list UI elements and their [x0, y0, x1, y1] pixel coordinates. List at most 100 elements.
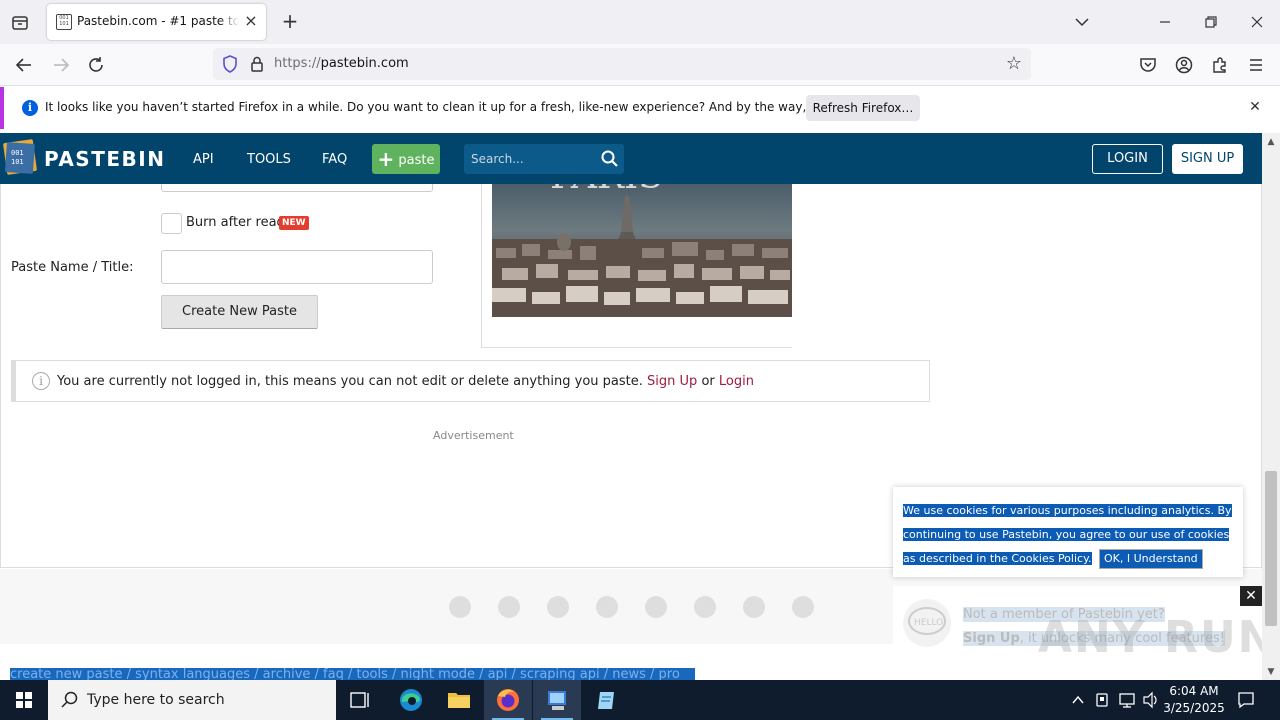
control-panel-icon[interactable]: [533, 680, 581, 720]
notice-text: You are currently not logged in, this me…: [57, 374, 754, 389]
window-close-icon[interactable]: [1245, 10, 1269, 34]
list-all-tabs-chevron-icon[interactable]: [1070, 10, 1094, 34]
nav-faq[interactable]: FAQ: [322, 152, 347, 167]
login-button[interactable]: LOGIN: [1092, 144, 1163, 174]
opera-icon: [743, 596, 765, 618]
nav-tools[interactable]: TOOLS: [247, 152, 291, 167]
member-signup-link[interactable]: Sign Up: [963, 631, 1020, 646]
reload-icon[interactable]: [84, 53, 108, 77]
menu-hamburger-icon[interactable]: [1244, 53, 1268, 77]
burn-after-read-label[interactable]: Burn after read: [186, 215, 285, 230]
android-icon: [645, 596, 667, 618]
scroll-up-icon[interactable]: ▲: [1265, 136, 1277, 148]
firefox-footer-icon: [498, 596, 520, 618]
paris-advertisement-image[interactable]: PARIS: [492, 184, 792, 317]
nav-api[interactable]: API: [193, 152, 214, 167]
taskbar-search-box[interactable]: Type here to search: [48, 680, 336, 720]
arc-icon: [792, 596, 814, 618]
extensions-icon[interactable]: [1208, 53, 1232, 77]
login-notice: i You are currently not logged in, this …: [11, 360, 930, 402]
pastebin-favicon-icon: 001 101: [56, 14, 72, 30]
scroll-thumb[interactable]: [1265, 471, 1277, 626]
member-popup-close-icon[interactable]: ✕: [1240, 586, 1262, 606]
previous-field[interactable]: [161, 184, 433, 192]
pocket-icon[interactable]: [1136, 53, 1160, 77]
cookie-ok-button[interactable]: OK, I Understand: [1099, 549, 1203, 569]
browser-tab-bar: 001101 Pastebin.com - #1 paste tool sinc…: [0, 0, 1280, 44]
pastebin-logo-text[interactable]: PASTEBIN: [44, 147, 165, 171]
xcode-icon: [694, 596, 716, 618]
advertisement-label: Advertisement: [433, 429, 514, 442]
signup-button[interactable]: SIGN UP: [1172, 144, 1243, 174]
info-circle-icon: i: [32, 372, 50, 390]
volume-icon[interactable]: [1141, 680, 1161, 720]
pastebin-logo-icon[interactable]: 001 101: [2, 137, 38, 177]
url-text[interactable]: https://pastebin.com: [274, 56, 409, 71]
notification-close-icon[interactable]: ✕: [1246, 98, 1264, 116]
notice-login-link[interactable]: Login: [719, 374, 754, 389]
burn-after-read-checkbox[interactable]: [161, 213, 182, 234]
forward-arrow-icon[interactable]: [49, 53, 73, 77]
notepad-icon[interactable]: [582, 680, 630, 720]
notice-signup-link[interactable]: Sign Up: [647, 374, 697, 389]
search-input[interactable]: [464, 144, 594, 174]
notice-message: You are currently not logged in, this me…: [57, 374, 643, 389]
task-view-icon[interactable]: [336, 680, 384, 720]
lock-icon[interactable]: [249, 55, 265, 73]
new-paste-button[interactable]: + paste: [372, 144, 440, 174]
svg-text:101: 101: [11, 158, 24, 166]
footer-browser-icons: [448, 594, 828, 620]
create-new-paste-button[interactable]: Create New Paste: [161, 295, 318, 329]
restore-icon[interactable]: [1199, 10, 1223, 34]
search-box: [464, 144, 624, 174]
show-hidden-icons-chevron-icon[interactable]: [1068, 680, 1088, 720]
minimize-icon[interactable]: [1153, 10, 1177, 34]
file-explorer-icon[interactable]: [435, 680, 483, 720]
refresh-firefox-button[interactable]: Refresh Firefox…: [806, 95, 920, 121]
scroll-down-icon[interactable]: ▼: [1265, 666, 1277, 678]
windows-start-icon[interactable]: [0, 680, 48, 720]
paste-title-input[interactable]: [161, 250, 433, 284]
browser-tab-pastebin[interactable]: 001101 Pastebin.com - #1 paste tool sinc…: [47, 4, 266, 40]
clock-date: 3/25/2025: [1163, 701, 1225, 715]
footer-links[interactable]: create new paste / syntax languages / ar…: [10, 668, 695, 680]
url-protocol: https://: [274, 56, 321, 71]
cookie-banner: We use cookies for various purposes incl…: [893, 487, 1243, 577]
tab-title: Pastebin.com - #1 paste tool since 2002!: [77, 14, 239, 28]
cookie-text: We use cookies for various purposes incl…: [903, 499, 1233, 571]
account-icon[interactable]: [1172, 53, 1196, 77]
paris-text: PARIS: [550, 184, 663, 197]
meet-now-icon[interactable]: [1093, 680, 1113, 720]
firefox-view-icon[interactable]: [8, 12, 32, 34]
hello-text: HELLO: [914, 618, 943, 628]
firefox-refresh-notification: i It looks like you haven’t started Fire…: [0, 87, 1280, 129]
browser-nav-bar: https://pastebin.com ☆: [0, 44, 1280, 86]
notification-text: It looks like you haven’t started Firefo…: [45, 100, 901, 114]
tab-close-icon[interactable]: ×: [242, 12, 260, 30]
taskbar-search-placeholder: Type here to search: [87, 692, 225, 708]
network-icon[interactable]: [1116, 680, 1138, 720]
search-icon[interactable]: [600, 149, 620, 169]
notice-or: or: [701, 374, 715, 389]
new-badge: NEW: [279, 216, 309, 230]
windows-taskbar: Type here to search 6:04 AM 3/25/2025: [0, 680, 1280, 720]
page-scrollbar[interactable]: ▲ ▼: [1262, 133, 1280, 680]
edge-icon[interactable]: [387, 680, 435, 720]
pastebin-header: 001 101 PASTEBIN API TOOLS FAQ + paste L…: [0, 133, 1262, 184]
notification-center-icon[interactable]: [1236, 690, 1256, 710]
plus-icon: +: [377, 147, 395, 171]
firefox-taskbar-icon[interactable]: [484, 680, 532, 720]
taskbar-clock[interactable]: 6:04 AM 3/25/2025: [1163, 683, 1225, 717]
back-arrow-icon[interactable]: [12, 53, 36, 77]
paste-title-label: Paste Name / Title:: [11, 260, 134, 275]
bookmark-star-icon[interactable]: ☆: [1003, 53, 1025, 75]
taskbar-search-icon: [60, 690, 80, 710]
web-icon: [596, 596, 618, 618]
hello-bubble-icon: HELLO: [903, 599, 951, 647]
new-tab-button[interactable]: +: [279, 11, 301, 33]
anyrun-watermark: ANY RUN: [1038, 612, 1277, 663]
tracking-protection-shield-icon[interactable]: [222, 55, 238, 73]
paste-button-label: paste: [398, 153, 435, 168]
chrome-icon: [449, 596, 471, 618]
url-bar[interactable]: https://pastebin.com ☆: [213, 48, 1031, 80]
